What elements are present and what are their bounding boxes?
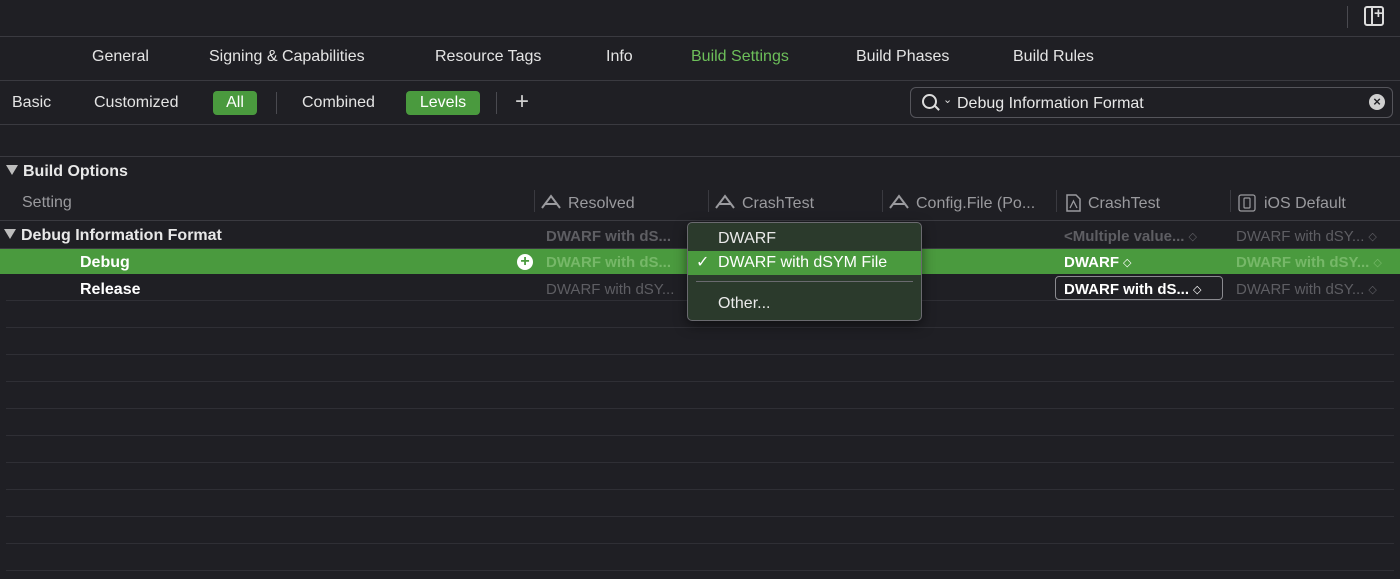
column-divider xyxy=(1230,190,1231,212)
setting-row[interactable]: Debug Information Format xyxy=(4,227,222,245)
tab-build-phases[interactable]: Build Phases xyxy=(856,48,949,66)
search-field[interactable]: ⌄ × xyxy=(910,87,1393,118)
search-icon xyxy=(922,94,937,109)
resolved-value: DWARF with dS... xyxy=(546,254,671,271)
grid-line xyxy=(6,435,1394,436)
search-input[interactable] xyxy=(955,92,1359,116)
grid-line xyxy=(6,381,1394,382)
ios-default-value: DWARF with dSY... ◇ xyxy=(1236,281,1377,298)
divider xyxy=(0,124,1400,125)
stepper-icon: ◇ xyxy=(1188,231,1197,243)
chevron-down-icon[interactable]: ⌄ xyxy=(943,93,952,106)
grid-line xyxy=(6,408,1394,409)
checkmark-icon: ✓ xyxy=(696,254,710,271)
resolved-value: DWARF with dSY... xyxy=(546,281,675,298)
menu-divider xyxy=(696,281,913,282)
filter-customized[interactable]: Customized xyxy=(94,94,178,112)
app-target-icon xyxy=(888,194,910,210)
grid-line xyxy=(6,570,1394,571)
plus-icon[interactable]: + xyxy=(515,90,529,114)
grid-line xyxy=(0,220,1400,221)
stepper-icon: ◇ xyxy=(1368,284,1377,296)
section-header[interactable]: Build Options xyxy=(6,163,128,181)
divider xyxy=(0,36,1400,37)
column-divider xyxy=(1056,190,1057,212)
project-value[interactable]: DWARF with dS... ◇ xyxy=(1064,281,1220,298)
value-popup-menu: DWARF ✓ DWARF with dSYM File Other... xyxy=(687,222,922,321)
section-title: Build Options xyxy=(23,163,128,180)
filter-combined[interactable]: Combined xyxy=(302,94,375,112)
divider xyxy=(0,80,1400,81)
add-condition-icon[interactable]: + xyxy=(517,254,533,270)
filter-basic[interactable]: Basic xyxy=(12,94,51,112)
tab-build-rules[interactable]: Build Rules xyxy=(1013,48,1094,66)
add-editor-icon[interactable] xyxy=(1364,5,1384,26)
grid-line xyxy=(6,543,1394,544)
column-project: CrashTest xyxy=(1064,194,1160,213)
app-target-icon xyxy=(540,194,562,210)
row-label-debug: Debug xyxy=(80,254,130,271)
tab-general[interactable]: General xyxy=(92,48,149,66)
column-config-file: Config.File (Po... xyxy=(888,194,1035,213)
filter-divider xyxy=(496,92,497,114)
filter-all[interactable]: All xyxy=(213,91,257,115)
tab-build-settings[interactable]: Build Settings xyxy=(691,48,789,66)
menu-item-dwarf[interactable]: DWARF xyxy=(688,227,921,251)
tab-resource-tags[interactable]: Resource Tags xyxy=(435,48,541,66)
filter-divider xyxy=(276,92,277,114)
grid-line xyxy=(0,156,1400,157)
toolbar-divider xyxy=(1347,6,1348,28)
grid-line xyxy=(6,462,1394,463)
column-divider xyxy=(708,190,709,212)
grid-line xyxy=(6,516,1394,517)
grid-line xyxy=(6,489,1394,490)
grid-line xyxy=(6,354,1394,355)
row-label-release: Release xyxy=(80,281,141,298)
stepper-icon: ◇ xyxy=(1373,257,1382,269)
ios-device-icon xyxy=(1238,194,1258,212)
stepper-icon: ◇ xyxy=(1193,284,1202,296)
column-divider xyxy=(534,190,535,212)
project-value[interactable]: DWARF ◇ xyxy=(1064,254,1224,271)
column-ios-default: iOS Default xyxy=(1238,194,1346,213)
clear-search-icon[interactable]: × xyxy=(1369,94,1385,110)
filter-levels[interactable]: Levels xyxy=(406,91,480,115)
column-divider xyxy=(882,190,883,212)
project-value[interactable]: <Multiple value... ◇ xyxy=(1064,228,1224,245)
resolved-value: DWARF with dS... xyxy=(546,228,671,245)
ios-default-value: DWARF with dSY... ◇ xyxy=(1236,228,1377,245)
column-target: CrashTest xyxy=(714,194,814,213)
disclosure-triangle-icon[interactable] xyxy=(4,229,16,239)
tab-info[interactable]: Info xyxy=(606,48,633,66)
app-target-icon xyxy=(714,194,736,210)
menu-item-other[interactable]: Other... xyxy=(688,292,921,316)
menu-item-dwarf-dsym[interactable]: ✓ DWARF with dSYM File xyxy=(688,251,921,275)
disclosure-triangle-icon[interactable] xyxy=(6,165,18,175)
column-setting: Setting xyxy=(22,194,72,211)
tab-signing-capabilities[interactable]: Signing & Capabilities xyxy=(209,48,365,66)
stepper-icon: ◇ xyxy=(1368,231,1377,243)
grid-line xyxy=(6,327,1394,328)
setting-title: Debug Information Format xyxy=(21,227,222,244)
ios-default-value: DWARF with dSY... ◇ xyxy=(1236,254,1382,271)
stepper-icon: ◇ xyxy=(1123,257,1132,269)
project-file-icon xyxy=(1064,194,1082,212)
column-resolved: Resolved xyxy=(540,194,635,213)
